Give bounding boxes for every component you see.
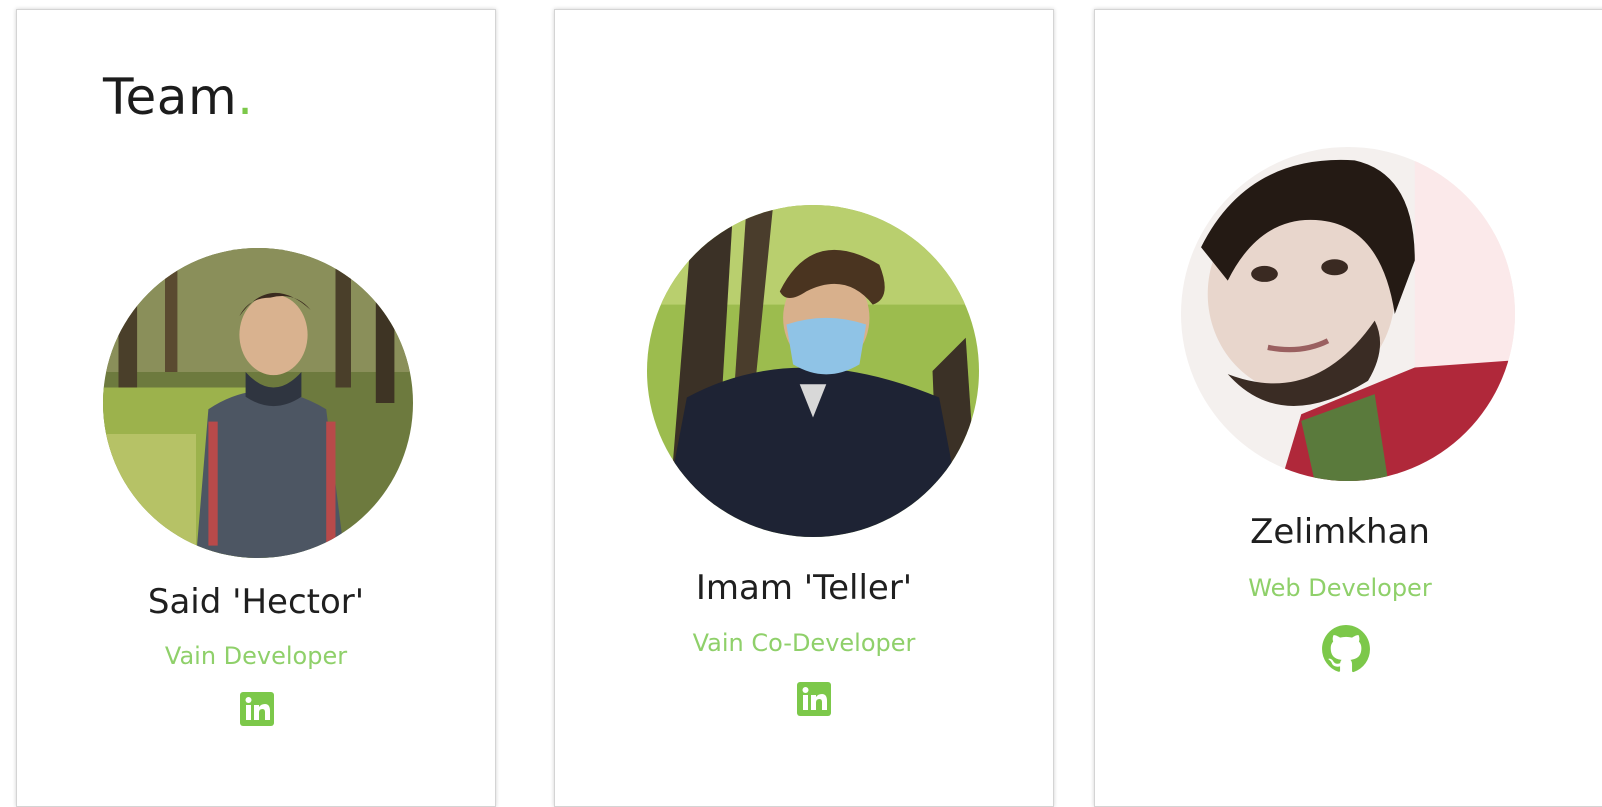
- section-title: Team.: [103, 68, 254, 126]
- member-role: Vain Co-Developer: [692, 629, 916, 657]
- avatar-zelimkhan: [1181, 147, 1515, 481]
- linkedin-icon[interactable]: [240, 692, 274, 726]
- team-member-card-imam: Imam 'Teller' Vain Co-Developer: [554, 9, 1054, 807]
- section-title-dot: .: [237, 68, 254, 126]
- github-icon[interactable]: [1321, 624, 1371, 674]
- team-member-card-zelimkhan: Zelimkhan Web Developer: [1094, 9, 1602, 807]
- member-name: Zelimkhan: [1250, 512, 1430, 552]
- member-name: Imam 'Teller': [695, 568, 913, 608]
- avatar-imam: [647, 205, 979, 537]
- section-title-text: Team: [103, 68, 238, 126]
- member-role: Vain Developer: [164, 642, 348, 670]
- team-member-card-said: Team. Said 'Hector' Vain Developer: [16, 9, 496, 807]
- member-role: Web Developer: [1248, 574, 1432, 602]
- linkedin-icon[interactable]: [797, 682, 831, 716]
- member-name: Said 'Hector': [147, 582, 365, 622]
- avatar-said: [103, 248, 413, 558]
